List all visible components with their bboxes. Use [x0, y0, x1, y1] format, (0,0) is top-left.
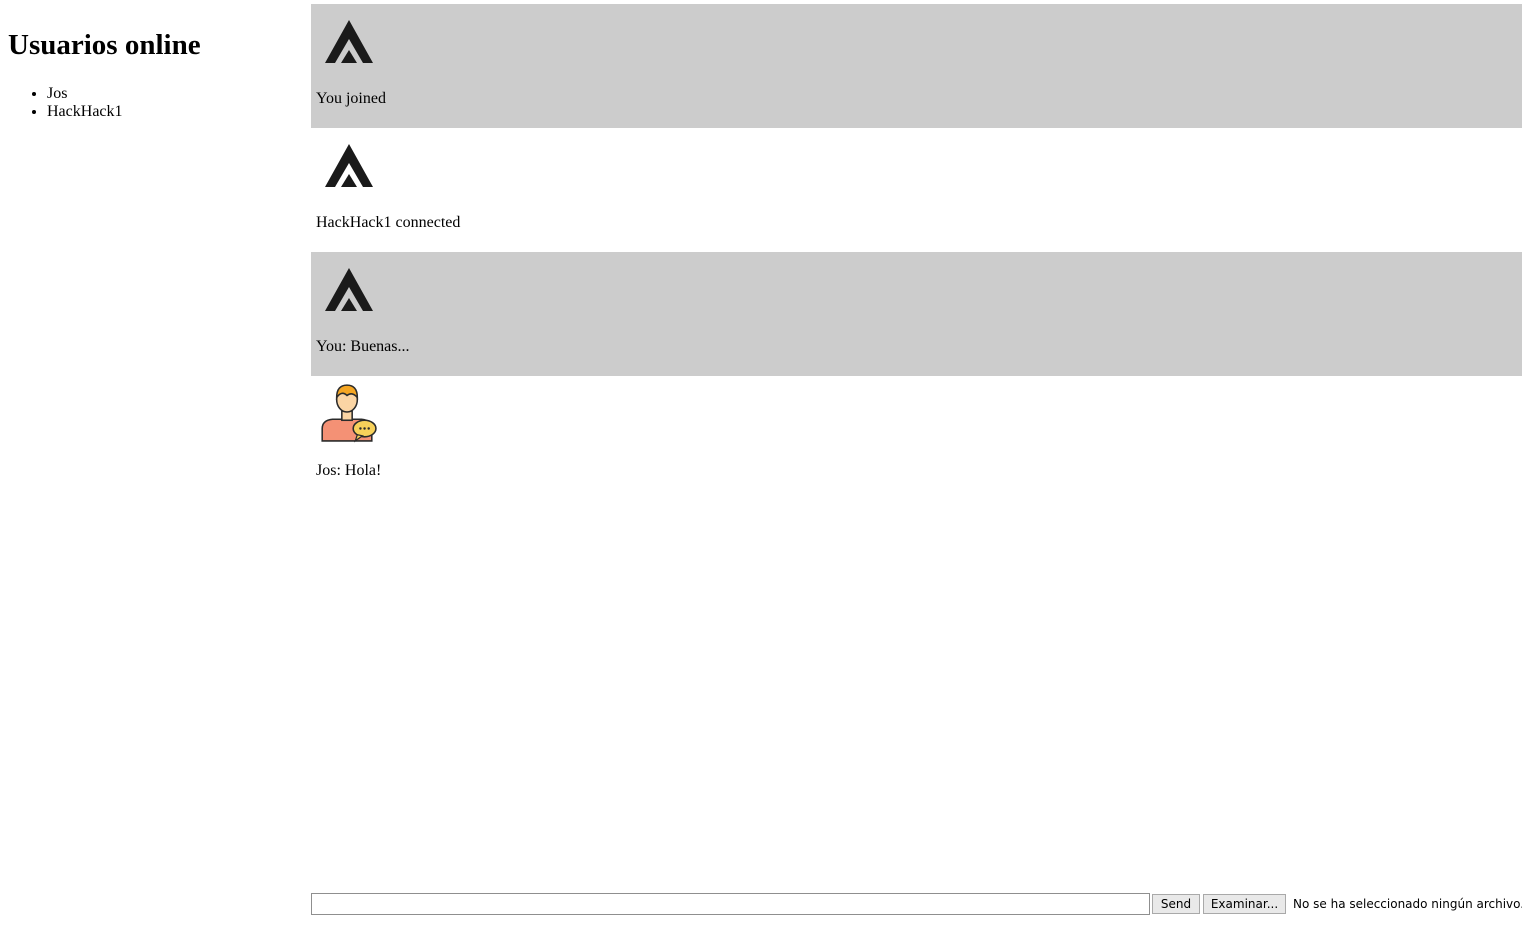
send-button[interactable]: Send	[1152, 894, 1200, 914]
chat-message: Jos: Hola!	[311, 376, 1522, 500]
browse-file-button[interactable]: Examinar...	[1203, 894, 1286, 914]
apex-logo-icon	[325, 268, 373, 311]
online-user-item: Jos	[47, 85, 123, 103]
online-user-item: HackHack1	[47, 103, 123, 121]
chat-message-text: You joined	[316, 90, 386, 107]
online-users-title: Usuarios online	[8, 29, 201, 61]
file-status-text: No se ha seleccionado ningún archivo.	[1293, 897, 1522, 911]
chat-message-text: You: Buenas...	[316, 338, 410, 355]
chat-message: HackHack1 connected	[311, 128, 1522, 252]
chat-message-text: Jos: Hola!	[316, 462, 382, 479]
apex-logo-icon	[325, 144, 373, 187]
message-input[interactable]	[311, 893, 1150, 915]
chat-message: You joined	[311, 4, 1522, 128]
user-chat-avatar-icon	[321, 384, 377, 443]
chat-message: You: Buenas...	[311, 252, 1522, 376]
message-composer: Send Examinar... No se ha seleccionado n…	[311, 893, 1522, 915]
chat-message-text: HackHack1 connected	[316, 214, 461, 231]
online-users-list: Jos HackHack1	[8, 85, 123, 121]
chat-messages: You joined HackHack1 connected You: Buen…	[311, 4, 1522, 500]
online-users-panel: Usuarios online Jos HackHack1	[0, 0, 305, 934]
apex-logo-icon	[325, 20, 373, 63]
